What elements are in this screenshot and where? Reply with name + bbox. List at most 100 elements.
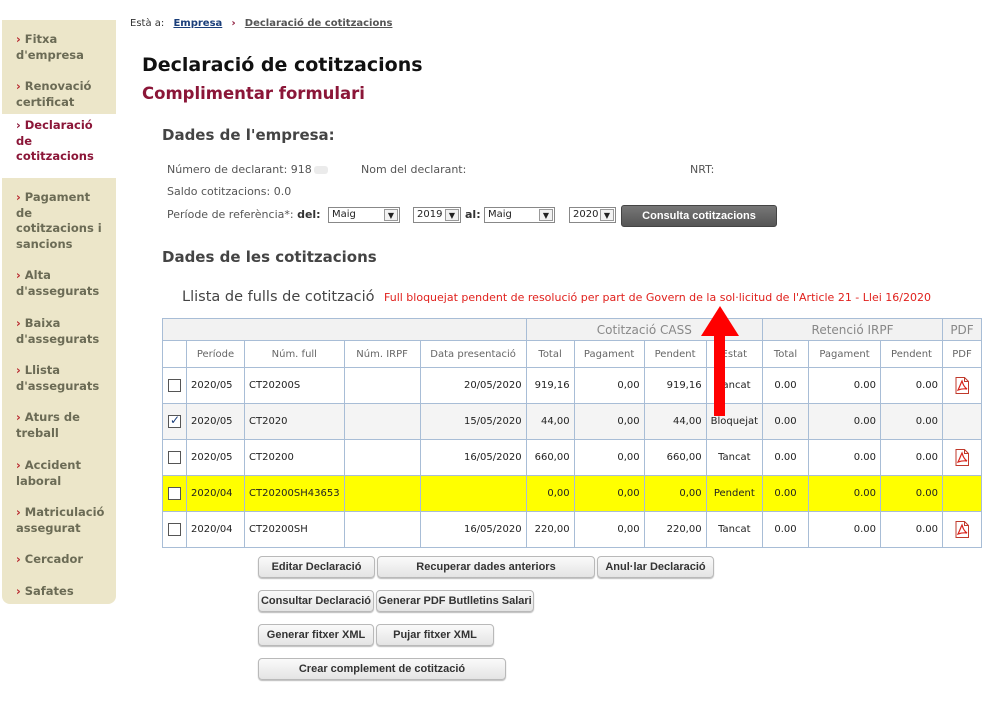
chevron-down-icon: ▼ — [600, 209, 614, 221]
num-full-cell: CT20200 — [244, 439, 345, 476]
num-irpf-cell — [343, 475, 421, 512]
column-header-select — [162, 340, 187, 368]
row-checkbox[interactable] — [168, 523, 181, 536]
cass-pendent-cell: 44,00 — [643, 403, 707, 440]
irpf-pendent-cell: 0.00 — [880, 367, 944, 404]
cass-total-cell: 919,16 — [525, 367, 575, 404]
chevron-down-icon: ▼ — [539, 209, 553, 221]
sidebar-item-matriculacio[interactable]: › Matriculació assegurat — [2, 501, 116, 540]
sidebar-item-accident[interactable]: › Accident laboral — [2, 454, 116, 493]
cass-total-cell: 220,00 — [525, 511, 575, 548]
chevron-right-icon: › — [16, 118, 21, 132]
sidebar-item-label: Declaració de cotitzacions — [16, 118, 94, 163]
num-full-cell: CT20200S — [244, 367, 345, 404]
column-header: Període — [186, 340, 245, 368]
chevron-right-icon: › — [16, 79, 21, 93]
group-header-pdf: PDF — [942, 318, 983, 341]
chevron-down-icon: ▼ — [384, 209, 398, 221]
pdf-cell — [942, 367, 983, 404]
sidebar-item-alta[interactable]: › Alta d'assegurats — [2, 264, 116, 303]
sidebar-item-label: Cercador — [24, 552, 84, 566]
periode-cell: 2020/04 — [186, 475, 245, 512]
table-row: 2020/04 CT20200SH 16/05/2020 220,00 0,00 220,… — [162, 511, 983, 548]
pdf-icon[interactable] — [955, 449, 970, 466]
sidebar-item-aturs[interactable]: › Aturs de treball — [2, 406, 116, 445]
select-cell — [162, 475, 187, 512]
data-presentacio-cell: 15/05/2020 — [419, 403, 527, 440]
row-checkbox[interactable] — [168, 451, 181, 464]
sidebar-item-llista[interactable]: › Llista d'assegurats — [2, 359, 116, 398]
sidebar-item-label: Llista d'assegurats — [16, 363, 100, 393]
chevron-right-icon: › — [16, 458, 21, 472]
generar-xml-button[interactable]: Generar fitxer XML — [258, 624, 374, 646]
num-irpf-cell — [343, 511, 421, 548]
al-label: al: — [465, 208, 481, 221]
sidebar-item-label: Alta d'assegurats — [16, 268, 100, 298]
chevron-right-icon: › — [16, 190, 21, 204]
to-year-select[interactable]: 2020 ▼ — [569, 207, 616, 223]
row-checkbox[interactable] — [168, 487, 181, 500]
from-month-select[interactable]: Maig ▼ — [328, 207, 400, 223]
row-checkbox[interactable] — [168, 379, 181, 392]
breadcrumb: Està a: Empresa › Declaració de cotitzac… — [130, 18, 392, 29]
editar-declaracio-button[interactable]: Editar Declaració — [258, 556, 375, 578]
chevron-right-icon: › — [16, 410, 21, 424]
sidebar-item-baixa[interactable]: › Baixa d'assegurats — [2, 312, 116, 351]
sidebar-item-fitxa-empresa[interactable]: › Fitxa d'empresa — [2, 28, 116, 67]
pdf-icon[interactable] — [955, 521, 970, 538]
breadcrumb-current[interactable]: Declaració de cotitzacions — [245, 18, 393, 29]
column-header: Núm. full — [244, 340, 345, 368]
data-presentacio-cell: 16/05/2020 — [419, 511, 527, 548]
num-full-cell: CT20200SH43653 — [244, 475, 345, 512]
irpf-pendent-cell: 0.00 — [880, 511, 944, 548]
estat-cell: Pendent — [705, 475, 764, 512]
sidebar-item-renovacio[interactable]: › Renovació certificat — [2, 75, 116, 114]
pdf-icon[interactable] — [955, 377, 970, 394]
chevron-right-icon: › — [16, 552, 21, 566]
from-year-select[interactable]: 2019 ▼ — [413, 207, 461, 223]
cass-pagament-cell: 0,00 — [573, 439, 645, 476]
cotitzacions-table: Cotització CASS Retenció IRPF PDF Períod… — [162, 318, 983, 548]
sidebar-nav: › Fitxa d'empresa › Renovació certificat ›… — [2, 20, 116, 604]
sidebar-item-cercador[interactable]: › Cercador — [2, 548, 116, 572]
sidebar-item-safates[interactable]: › Safates — [2, 580, 116, 604]
chevron-right-icon: › — [16, 584, 21, 598]
pujar-xml-button[interactable]: Pujar fitxer XML — [376, 624, 494, 646]
sidebar-item-pagament[interactable]: › Pagament de cotitzacions i sancions — [2, 186, 116, 256]
irpf-total-cell: 0.00 — [762, 511, 810, 548]
chevron-right-icon: › — [16, 316, 21, 330]
chevron-down-icon: ▼ — [445, 209, 459, 221]
sidebar-item-label: Safates — [24, 584, 74, 598]
cass-pendent-cell: 0,00 — [643, 475, 707, 512]
irpf-total-cell: 0.00 — [762, 403, 810, 440]
sidebar-item-label: Accident laboral — [16, 458, 81, 488]
breadcrumb-link-empresa[interactable]: Empresa — [173, 18, 222, 29]
page-subtitle: Complimentar formulari — [142, 84, 365, 103]
recuperar-dades-button[interactable]: Recuperar dades anteriors — [377, 556, 595, 578]
to-month-select[interactable]: Maig ▼ — [484, 207, 555, 223]
generar-pdf-button[interactable]: Generar PDF Butlletins Salari — [376, 590, 534, 612]
list-title: Llista de fulls de cotització — [182, 289, 375, 305]
blocked-note: Full bloquejat pendent de resolució per … — [384, 291, 931, 304]
pdf-cell — [942, 511, 983, 548]
data-presentacio-cell: 20/05/2020 — [419, 367, 527, 404]
section-heading-empresa: Dades de l'empresa: — [162, 126, 335, 144]
select-cell — [162, 511, 187, 548]
crear-complement-button[interactable]: Crear complement de cotització — [258, 658, 506, 680]
irpf-pagament-cell: 0.00 — [808, 367, 882, 404]
column-header: Total — [525, 340, 575, 368]
annotation-arrow-icon — [701, 306, 739, 416]
redacted-mark — [313, 166, 328, 174]
column-header: Total — [762, 340, 810, 368]
sidebar-item-label: Pagament de cotitzacions i sancions — [16, 190, 102, 251]
irpf-total-cell: 0.00 — [762, 475, 810, 512]
consulta-cotitzacions-button[interactable]: Consulta cotitzacions — [621, 205, 777, 227]
sidebar-item-label: Baixa d'assegurats — [16, 316, 100, 346]
cass-pagament-cell: 0,00 — [573, 403, 645, 440]
pdf-cell — [942, 403, 983, 440]
row-checkbox[interactable] — [168, 413, 181, 428]
anular-declaracio-button[interactable]: Anul·lar Declaració — [597, 556, 714, 578]
sidebar-item-declaracio[interactable]: › Declaració de cotitzacions — [2, 114, 116, 178]
consultar-declaracio-button[interactable]: Consultar Declaració — [258, 590, 374, 612]
estat-cell: Tancat — [705, 439, 764, 476]
